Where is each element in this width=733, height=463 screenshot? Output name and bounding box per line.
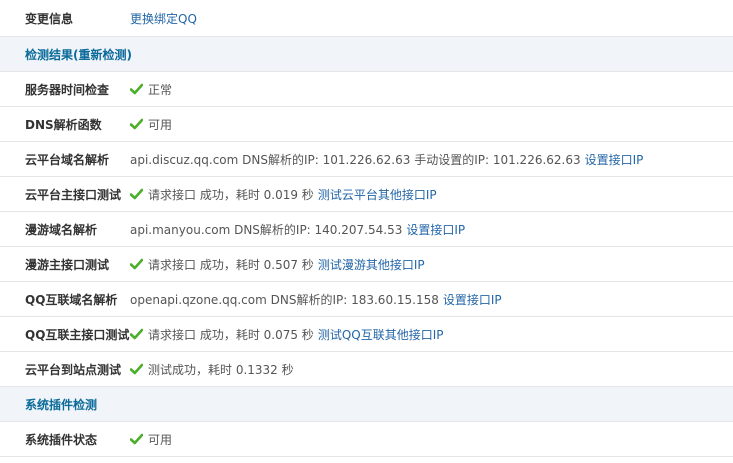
row-cloud-api: 云平台主接口测试 请求接口 成功，耗时 0.019 秒 测试云平台其他接口IP xyxy=(0,177,733,212)
test-qq-other-ip-link[interactable]: 测试QQ互联其他接口IP xyxy=(318,326,444,343)
row-value: 正常 xyxy=(130,81,172,98)
row-cloud-site: 云平台到站点测试 测试成功，耗时 0.1332 秒 xyxy=(0,352,733,387)
row-label: 系统插件状态 xyxy=(25,432,98,447)
status-text: 可用 xyxy=(148,117,173,132)
row-dns-function: DNS解析函数 可用 xyxy=(0,107,733,142)
change-bound-qq-link[interactable]: 更换绑定QQ xyxy=(130,10,197,27)
detection-table: 变更信息 更换绑定QQ 检测结果(重新检测) 服务器时间检查 正常 DNS解析函… xyxy=(0,0,733,457)
dns-result-text: api.manyou.com DNS解析的IP: 140.207.54.53 xyxy=(130,222,403,237)
row-value: 请求接口 成功，耗时 0.019 秒 测试云平台其他接口IP xyxy=(130,186,437,203)
set-api-ip-link[interactable]: 设置接口IP xyxy=(443,291,502,308)
row-change-info: 变更信息 更换绑定QQ xyxy=(0,0,733,37)
row-value: 测试成功，耗时 0.1332 秒 xyxy=(130,361,294,378)
row-value: openapi.qzone.qq.com DNS解析的IP: 183.60.15… xyxy=(130,291,502,308)
check-icon xyxy=(130,363,143,375)
row-cloud-domain: 云平台域名解析 api.discuz.qq.com DNS解析的IP: 101.… xyxy=(0,142,733,177)
check-icon xyxy=(130,188,143,200)
row-label: 变更信息 xyxy=(25,11,74,26)
set-api-ip-link[interactable]: 设置接口IP xyxy=(585,151,644,168)
row-plugin-status: 系统插件状态 可用 xyxy=(0,422,733,457)
row-value: 可用 xyxy=(130,431,172,448)
row-value: 请求接口 成功，耗时 0.075 秒 测试QQ互联其他接口IP xyxy=(130,326,443,343)
dns-result-text: api.discuz.qq.com DNS解析的IP: 101.226.62.6… xyxy=(130,152,581,167)
row-server-time: 服务器时间检查 正常 xyxy=(0,72,733,107)
row-qq-domain: QQ互联域名解析 openapi.qzone.qq.com DNS解析的IP: … xyxy=(0,282,733,317)
row-label: QQ互联主接口测试 xyxy=(25,327,130,342)
api-result-text: 请求接口 成功，耗时 0.507 秒 xyxy=(148,257,314,272)
test-manyou-other-ip-link[interactable]: 测试漫游其他接口IP xyxy=(318,256,425,273)
status-text: 可用 xyxy=(148,432,173,447)
status-text: 正常 xyxy=(148,82,173,97)
row-qq-api: QQ互联主接口测试 请求接口 成功，耗时 0.075 秒 测试QQ互联其他接口I… xyxy=(0,317,733,352)
test-cloud-other-ip-link[interactable]: 测试云平台其他接口IP xyxy=(318,186,437,203)
section-title-detect[interactable]: 检测结果(重新检测) xyxy=(0,46,132,63)
row-label: 漫游域名解析 xyxy=(25,222,98,237)
api-result-text: 请求接口 成功，耗时 0.019 秒 xyxy=(148,187,314,202)
row-label: 服务器时间检查 xyxy=(25,82,110,97)
row-manyou-api: 漫游主接口测试 请求接口 成功，耗时 0.507 秒 测试漫游其他接口IP xyxy=(0,247,733,282)
row-label: 云平台域名解析 xyxy=(25,152,110,167)
api-result-text: 请求接口 成功，耗时 0.075 秒 xyxy=(148,327,314,342)
row-value: api.discuz.qq.com DNS解析的IP: 101.226.62.6… xyxy=(130,151,643,168)
check-icon xyxy=(130,83,143,95)
site-test-text: 测试成功，耗时 0.1332 秒 xyxy=(148,362,294,377)
row-label: DNS解析函数 xyxy=(25,117,102,132)
check-icon xyxy=(130,258,143,270)
row-value: 可用 xyxy=(130,116,172,133)
section-title-plugin: 系统插件检测 xyxy=(25,397,98,412)
row-manyou-domain: 漫游域名解析 api.manyou.com DNS解析的IP: 140.207.… xyxy=(0,212,733,247)
check-icon xyxy=(130,118,143,130)
row-value: 更换绑定QQ xyxy=(130,10,197,27)
row-label: 漫游主接口测试 xyxy=(25,257,110,272)
check-icon xyxy=(130,328,143,340)
row-label: 云平台到站点测试 xyxy=(25,362,122,377)
row-label: QQ互联域名解析 xyxy=(25,292,118,307)
row-value: 请求接口 成功，耗时 0.507 秒 测试漫游其他接口IP xyxy=(130,256,425,273)
row-value: api.manyou.com DNS解析的IP: 140.207.54.53 设… xyxy=(130,221,465,238)
row-label: 云平台主接口测试 xyxy=(25,187,122,202)
set-api-ip-link[interactable]: 设置接口IP xyxy=(406,221,465,238)
check-icon xyxy=(130,433,143,445)
section-plugin-check: 系统插件检测 xyxy=(0,387,733,422)
dns-result-text: openapi.qzone.qq.com DNS解析的IP: 183.60.15… xyxy=(130,292,439,307)
section-detect-results: 检测结果(重新检测) xyxy=(0,37,733,72)
